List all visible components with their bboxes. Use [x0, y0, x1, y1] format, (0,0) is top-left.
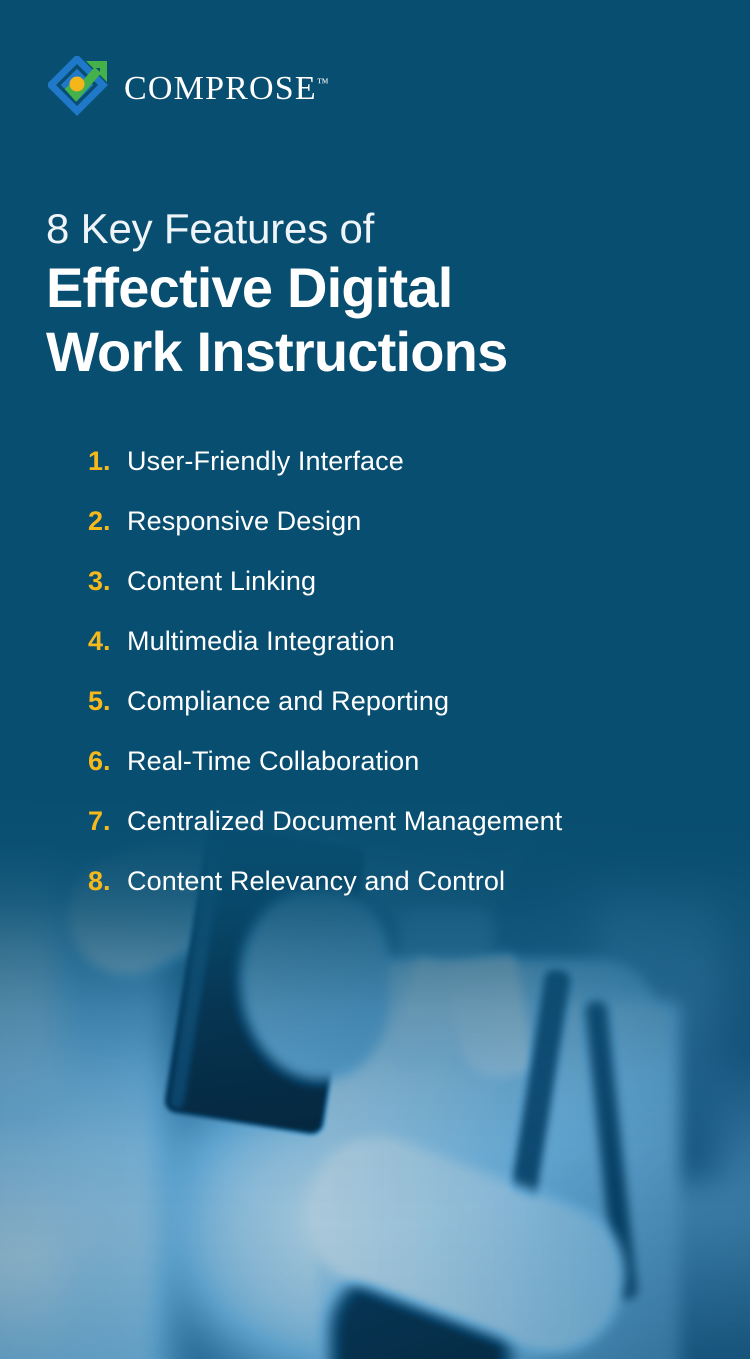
brand-wordmark: COMPROSE™ [124, 72, 329, 106]
feature-number: 4. [88, 626, 111, 656]
headline-block: 8 Key Features of Effective Digital Work… [46, 205, 706, 384]
headline-kicker: 8 Key Features of [46, 205, 375, 252]
infographic-poster: COMPROSE™ 8 Key Features of Effective Di… [0, 0, 750, 1359]
feature-number: 7. [88, 806, 111, 836]
feature-number: 5. [88, 686, 111, 716]
headline-main: Effective Digital Work Instructions [46, 256, 706, 384]
feature-number: 2. [88, 506, 111, 536]
feature-label: Content Relevancy and Control [127, 866, 506, 896]
feature-label: Real-Time Collaboration [127, 746, 420, 776]
feature-list: 1. User-Friendly Interface 2. Responsive… [88, 448, 708, 928]
list-item: 6. Real-Time Collaboration [88, 748, 708, 808]
headline-line-2: Work Instructions [46, 319, 508, 383]
list-item: 5. Compliance and Reporting [88, 688, 708, 748]
brand-name-text: COMPROSE [124, 70, 317, 107]
feature-number: 8. [88, 866, 111, 896]
feature-label: User-Friendly Interface [127, 446, 404, 476]
feature-label: Content Linking [127, 566, 317, 596]
list-item: 3. Content Linking [88, 568, 708, 628]
list-item: 8. Content Relevancy and Control [88, 868, 708, 928]
comprose-diamond-check-logo-icon [48, 56, 108, 116]
feature-label: Compliance and Reporting [127, 686, 450, 716]
headline-line-1: Effective Digital [46, 256, 453, 320]
feature-number: 1. [88, 446, 111, 476]
list-item: 2. Responsive Design [88, 508, 708, 568]
feature-label: Responsive Design [127, 506, 362, 536]
list-item: 4. Multimedia Integration [88, 628, 708, 688]
brand-logo[interactable]: COMPROSE™ [48, 56, 329, 122]
feature-number: 6. [88, 746, 111, 776]
feature-label: Centralized Document Management [127, 806, 563, 836]
list-item: 1. User-Friendly Interface [88, 448, 708, 508]
feature-label: Multimedia Integration [127, 626, 395, 656]
trademark-symbol: ™ [316, 75, 329, 90]
poster-content: COMPROSE™ 8 Key Features of Effective Di… [0, 0, 750, 1359]
feature-number: 3. [88, 566, 111, 596]
list-item: 7. Centralized Document Management [88, 808, 708, 868]
